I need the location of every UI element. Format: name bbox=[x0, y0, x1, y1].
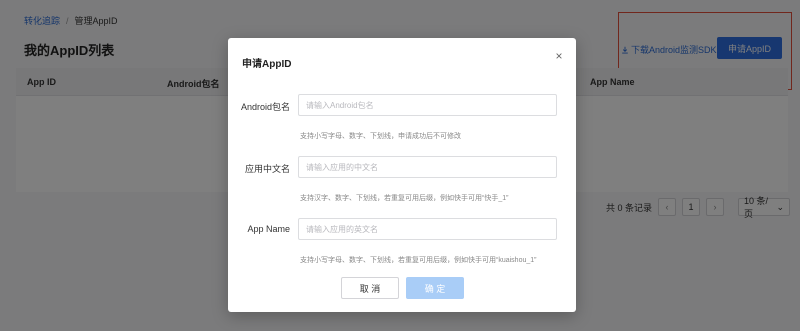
close-icon[interactable]: × bbox=[553, 50, 565, 62]
chinese-name-input[interactable] bbox=[298, 156, 557, 178]
apply-appid-dialog: 申请AppID × Android包名 支持小写字母、数字、下划线，申请成功后不… bbox=[228, 38, 576, 312]
android-package-label: Android包名 bbox=[240, 102, 290, 112]
app-name-hint: 支持小写字母、数字、下划线，若重复可用后缀，例如快手可用“kuaishou_1” bbox=[300, 257, 537, 264]
dialog-title: 申请AppID bbox=[242, 59, 292, 70]
chinese-name-hint: 支持汉字、数字、下划线，若重复可用后缀，例如快手可用“快手_1” bbox=[300, 195, 509, 202]
app-name-label: App Name bbox=[247, 224, 290, 234]
android-package-hint: 支持小写字母、数字、下划线，申请成功后不可修改 bbox=[300, 133, 461, 140]
chinese-name-label: 应用中文名 bbox=[244, 164, 290, 174]
app-name-input[interactable] bbox=[298, 218, 557, 240]
confirm-button[interactable]: 确 定 bbox=[406, 277, 464, 299]
android-package-input[interactable] bbox=[298, 94, 557, 116]
cancel-button[interactable]: 取 消 bbox=[341, 277, 399, 299]
